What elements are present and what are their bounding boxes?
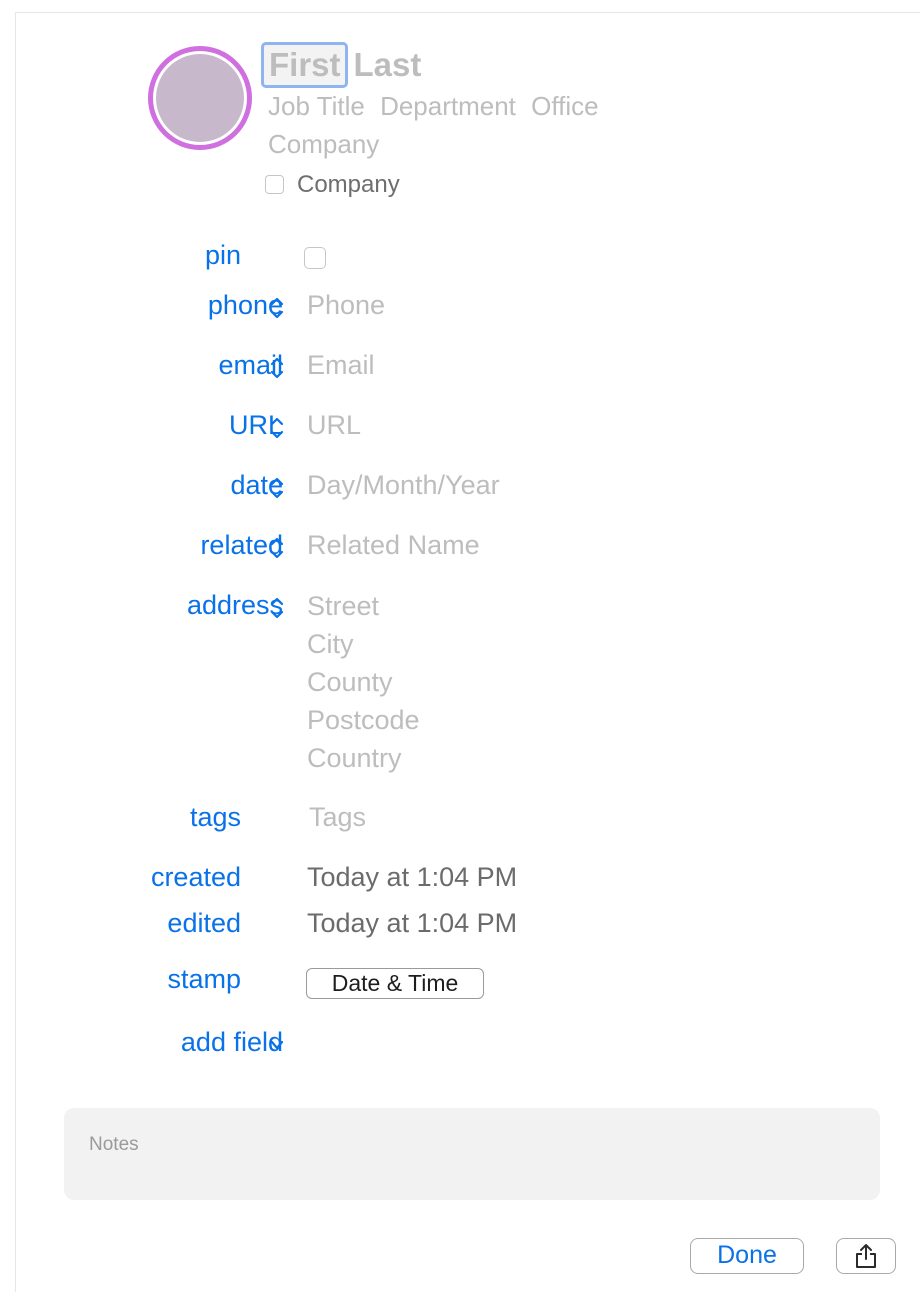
avatar-placeholder	[156, 54, 244, 142]
street-input[interactable]: Street	[307, 590, 420, 628]
url-type-chevron-icon[interactable]	[267, 414, 287, 442]
company-checkbox-label: Company	[297, 171, 400, 198]
email-input[interactable]: Email	[307, 350, 375, 381]
date-input[interactable]: Day/Month/Year	[307, 470, 500, 501]
related-name-input[interactable]: Related Name	[307, 530, 480, 561]
done-button[interactable]: Done	[690, 1238, 804, 1274]
window-top-border	[15, 12, 920, 13]
related-type-chevron-icon[interactable]	[267, 534, 287, 562]
notes-field[interactable]: Notes	[64, 1108, 880, 1200]
edited-label: edited	[167, 908, 241, 938]
tags-input[interactable]: Tags	[309, 802, 366, 833]
job-info-row: Job Title Department Office	[268, 91, 607, 122]
date-time-stamp-button[interactable]: Date & Time	[306, 968, 484, 999]
job-title-field[interactable]: Job Title	[268, 91, 365, 121]
first-name-field[interactable]: First	[261, 42, 348, 88]
company-field[interactable]: Company	[268, 129, 379, 160]
company-checkbox[interactable]	[265, 175, 284, 194]
pin-label: pin	[204, 240, 241, 270]
email-type-chevron-icon[interactable]	[267, 354, 287, 382]
notes-placeholder: Notes	[89, 1134, 139, 1155]
county-input[interactable]: County	[307, 666, 420, 704]
postcode-input[interactable]: Postcode	[307, 704, 420, 742]
phone-type-chevron-icon[interactable]	[267, 294, 287, 322]
department-field[interactable]: Department	[380, 91, 516, 121]
created-value: Today at 1:04 PM	[307, 862, 518, 892]
created-label: created	[150, 862, 241, 892]
address-block: Street City County Postcode Country	[307, 590, 420, 780]
window-left-border	[15, 12, 16, 1292]
phone-input[interactable]: Phone	[307, 290, 385, 321]
stamp-label: stamp	[167, 964, 241, 994]
name-row: First Last	[261, 41, 421, 89]
add-field-chevron-down-icon[interactable]	[268, 1038, 286, 1052]
contact-avatar[interactable]	[148, 46, 252, 150]
pin-checkbox[interactable]	[304, 247, 326, 269]
last-name-field[interactable]: Last	[352, 46, 422, 84]
edited-value: Today at 1:04 PM	[307, 908, 518, 938]
tags-label: tags	[189, 802, 241, 832]
city-input[interactable]: City	[307, 628, 420, 666]
share-icon	[856, 1244, 876, 1268]
address-type-chevron-icon[interactable]	[267, 594, 287, 622]
office-field[interactable]: Office	[531, 91, 598, 121]
country-input[interactable]: Country	[307, 742, 420, 780]
date-type-chevron-icon[interactable]	[267, 474, 287, 502]
share-button[interactable]	[836, 1238, 896, 1274]
url-input[interactable]: URL	[307, 410, 361, 441]
